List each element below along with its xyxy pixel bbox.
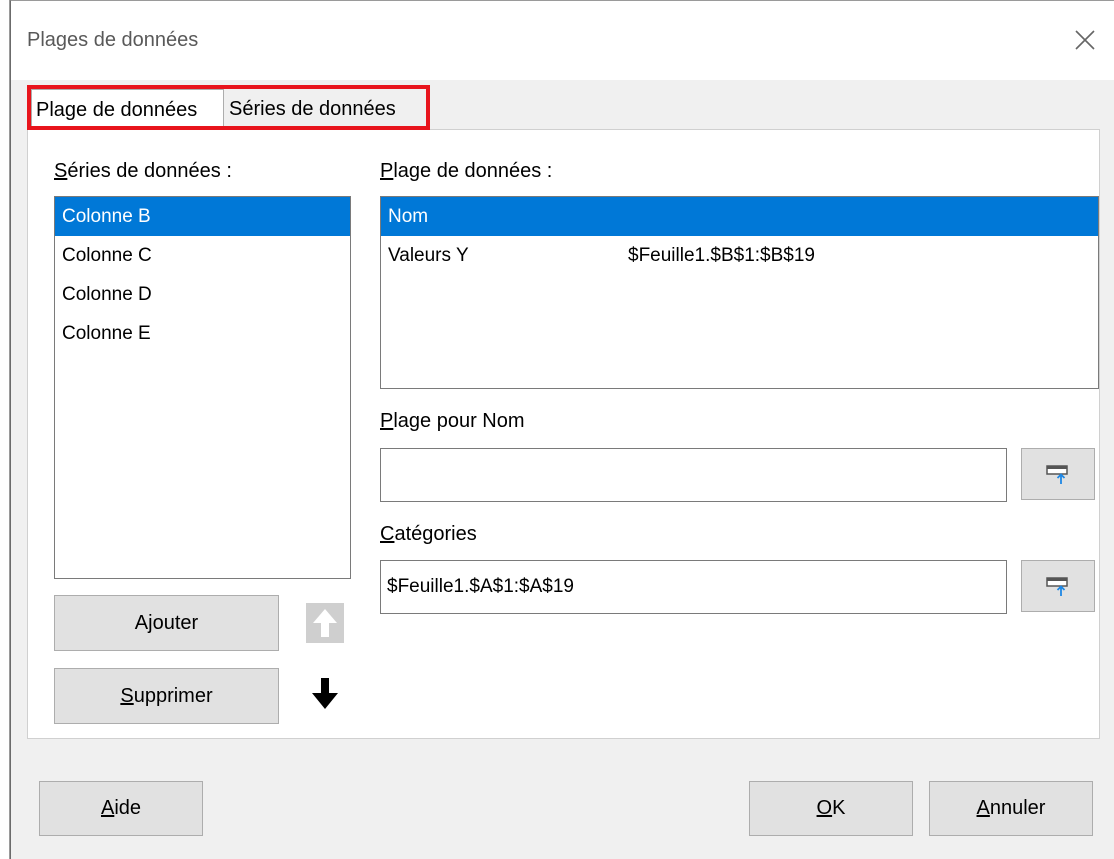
name-range-input[interactable] [380,448,1007,502]
data-range-label: Plage de données : [380,160,553,182]
name-range-label: Plage pour Nom [380,410,525,432]
add-label-pre: A [134,611,149,634]
data-ranges-dialog: Plages de données Plage de données Série… [10,0,1114,859]
dialog-title: Plages de données [27,29,199,51]
tab-data-series[interactable]: Séries de données [225,89,433,129]
series-list-label: Séries de données : [54,160,232,182]
add-label-post: outer [152,611,199,634]
close-button[interactable] [1068,23,1102,57]
name-range-select-button[interactable] [1021,448,1095,500]
shrink-dialog-icon [1046,465,1068,484]
range-role: Nom [388,206,429,227]
categories-select-button[interactable] [1021,560,1095,612]
categories-input[interactable]: $Feuille1.$A$1:$A$19 [380,560,1007,614]
ok-button[interactable]: OK [749,781,913,836]
remove-label-accel: S [120,684,134,707]
close-icon [1075,30,1095,50]
tab-panel: Séries de données : Colonne B Colonne C … [27,129,1100,739]
list-item[interactable]: Colonne B [55,197,350,236]
table-row[interactable]: Valeurs Y $Feuille1.$B$1:$B$19 [381,236,1098,275]
categories-value: $Feuille1.$A$1:$A$19 [387,576,574,597]
arrow-down-icon [311,678,338,709]
title-bar: Plages de données [11,1,1114,80]
ok-label-post: K [832,797,846,819]
cancel-label-post: nnuler [989,797,1046,819]
move-up-button[interactable] [305,603,344,643]
list-item[interactable]: Colonne E [55,314,350,353]
tab-data-range[interactable]: Plage de données [31,89,224,129]
table-row[interactable]: Nom [381,197,1098,236]
categories-label: Catégories [380,523,477,545]
cancel-label-accel: A [976,797,990,819]
ok-label-accel: O [816,797,833,819]
remove-label-post: upprimer [133,684,213,707]
move-down-button[interactable] [305,673,344,713]
list-item[interactable]: Colonne C [55,236,350,275]
list-item[interactable]: Colonne D [55,275,350,314]
help-label-accel: A [100,797,115,819]
data-range-list[interactable]: Nom Valeurs Y $Feuille1.$B$1:$B$19 [380,196,1099,389]
remove-button[interactable]: Supprimer [54,668,279,724]
cancel-button[interactable]: Annuler [929,781,1093,836]
shrink-dialog-icon [1046,577,1068,596]
series-list[interactable]: Colonne B Colonne C Colonne D Colonne E [54,196,351,579]
help-label-post: ide [114,797,142,819]
arrow-up-icon [305,603,344,643]
help-button[interactable]: Aide [39,781,203,836]
range-value: $Feuille1.$B$1:$B$19 [628,245,815,266]
add-button[interactable]: Aj outer [54,595,279,651]
range-role: Valeurs Y [388,245,469,266]
